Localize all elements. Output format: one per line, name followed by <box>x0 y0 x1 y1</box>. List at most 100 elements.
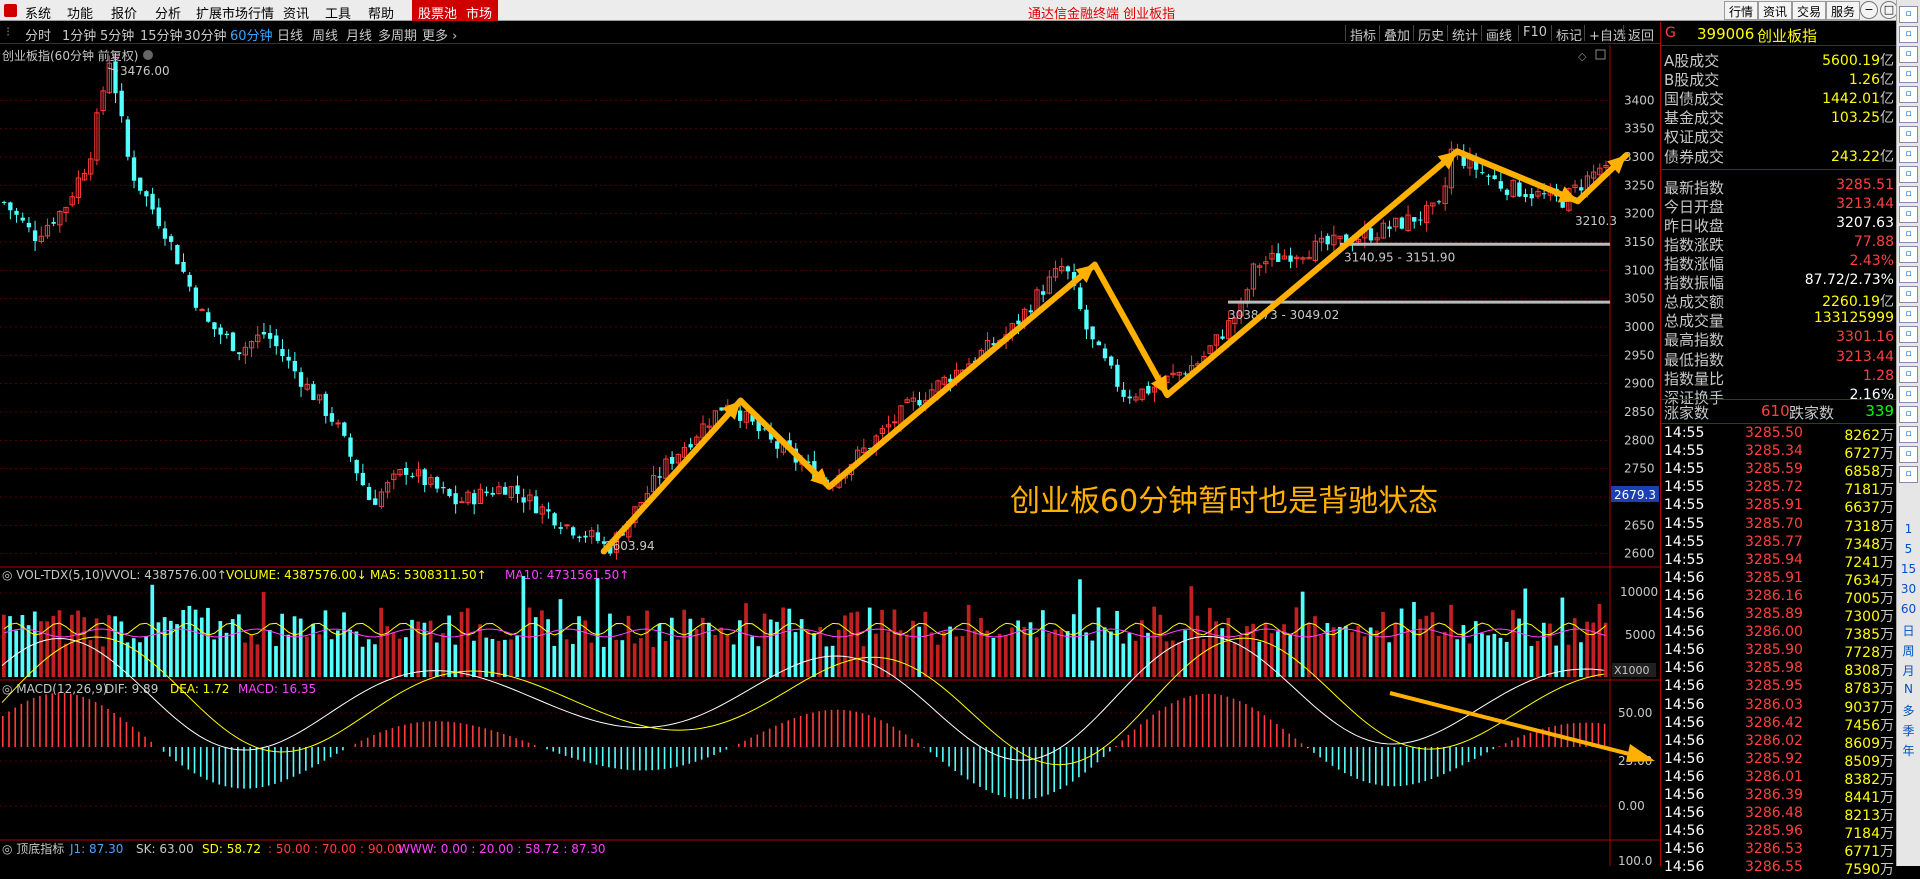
sidebar-tool-icon[interactable]: ▫ <box>1899 66 1918 83</box>
chart-canvas[interactable]: 3400335033003250320031503100305030002950… <box>0 45 1660 866</box>
sidebar-tool-icon[interactable]: ▫ <box>1899 186 1918 203</box>
sidebar-tool-icon[interactable]: ▫ <box>1899 266 1918 283</box>
sidebar-tool-icon[interactable]: ▫ <box>1899 366 1918 383</box>
sidebar-period-10[interactable]: 季 <box>1899 722 1918 739</box>
quote-label: 最新指数 <box>1664 177 1724 198</box>
sidebar-tool-icon[interactable]: ▫ <box>1899 246 1918 263</box>
sidebar-period-4[interactable]: 60 <box>1899 602 1918 619</box>
top-button-0[interactable]: 行情 <box>1724 1 1758 20</box>
period-6[interactable]: 日线 <box>277 25 303 44</box>
volume-bar <box>39 621 43 677</box>
volume-bar <box>552 646 556 677</box>
volume-bar <box>1227 618 1231 677</box>
period-1[interactable]: 1分钟 <box>62 25 96 44</box>
top-button-1[interactable]: 资讯 <box>1758 1 1792 20</box>
period-5[interactable]: 60分钟 <box>230 25 273 44</box>
sidebar-tool-icon[interactable]: ▫ <box>1899 386 1918 403</box>
sidebar-tool-icon[interactable]: ▫ <box>1899 26 1918 43</box>
volume-bar <box>1406 629 1410 677</box>
candle-body <box>1288 255 1292 261</box>
macd-bar <box>1319 747 1321 757</box>
volume-bar <box>973 630 977 677</box>
sidebar-period-1[interactable]: 5 <box>1899 542 1918 559</box>
volume-bar <box>757 646 761 677</box>
volume-bar <box>1338 627 1342 677</box>
macd-bar <box>1282 729 1284 747</box>
menu-item-2[interactable]: 报价 <box>111 3 137 22</box>
menu-item-4[interactable]: 扩展市场行情 <box>196 3 274 22</box>
sidebar-period-3[interactable]: 30 <box>1899 582 1918 599</box>
minimize-icon[interactable]: − <box>1860 1 1878 19</box>
macd-bar <box>1350 747 1352 776</box>
sidebar-tool-icon[interactable]: ▫ <box>1899 226 1918 243</box>
y-tick-label: 2900 <box>1624 377 1655 391</box>
sidebar-tool-icon[interactable]: ▫ <box>1899 446 1918 463</box>
toolbar-right-7[interactable]: +自选 <box>1589 25 1626 44</box>
sidebar-period-8[interactable]: N <box>1899 682 1918 699</box>
volume-bar <box>82 617 86 677</box>
sidebar-tool-icon[interactable]: ▫ <box>1899 206 1918 223</box>
period-4[interactable]: 30分钟 <box>184 25 227 44</box>
toolbar-right-5[interactable]: F10 <box>1523 25 1547 40</box>
period-7[interactable]: 周线 <box>312 25 338 44</box>
kdj-sd: SD: 58.72 <box>202 842 261 856</box>
sidebar-tool-icon[interactable]: ▫ <box>1899 46 1918 63</box>
kline-chart[interactable]: 3400335033003250320031503100305030002950… <box>0 45 1660 866</box>
period-9[interactable]: 多周期 <box>378 25 417 44</box>
sidebar-tool-icon[interactable]: ▫ <box>1899 126 1918 143</box>
sidebar-period-7[interactable]: 月 <box>1899 662 1918 679</box>
macd-bar <box>212 747 214 782</box>
sidebar-tool-icon[interactable]: ▫ <box>1899 166 1918 183</box>
period-3[interactable]: 15分钟 <box>140 25 183 44</box>
toolbar-right-3[interactable]: 统计 <box>1452 25 1478 44</box>
sidebar-tool-icon[interactable]: ▫ <box>1899 426 1918 443</box>
menu-tab-stock-pool[interactable]: 股票池 <box>412 0 463 21</box>
sidebar-tool-icon[interactable]: ▫ <box>1899 286 1918 303</box>
sidebar-tool-icon[interactable]: ▫ <box>1899 146 1918 163</box>
macd-histogram <box>2 693 1605 799</box>
toolbar-right-2[interactable]: 历史 <box>1418 25 1444 44</box>
sidebar-period-9[interactable]: 多 <box>1899 702 1918 719</box>
menu-item-5[interactable]: 资讯 <box>283 3 309 22</box>
period-2[interactable]: 5分钟 <box>100 25 134 44</box>
sidebar-period-11[interactable]: 年 <box>1899 742 1918 759</box>
menu-item-1[interactable]: 功能 <box>67 3 93 22</box>
sidebar-period-2[interactable]: 15 <box>1899 562 1918 579</box>
macd-bar <box>899 730 901 747</box>
volume-bar <box>1326 623 1330 677</box>
macd-bar <box>385 730 387 747</box>
menu-tab-market[interactable]: 市场 <box>460 0 498 21</box>
period-10[interactable]: 更多 › <box>422 25 457 44</box>
sidebar-tool-icon[interactable]: ▫ <box>1899 346 1918 363</box>
tick-row: 14:563286.557590万 <box>1661 859 1897 877</box>
toolbar-right-8[interactable]: 返回 <box>1628 25 1654 44</box>
sidebar-tool-icon[interactable]: ▫ <box>1899 326 1918 343</box>
volume-bar <box>299 619 303 677</box>
macd-bar <box>571 747 573 758</box>
sidebar-tool-icon[interactable]: ▫ <box>1899 466 1918 483</box>
tick-volume: 7300万 <box>1844 606 1894 626</box>
sidebar-tool-icon[interactable]: ▫ <box>1899 106 1918 123</box>
sidebar-tool-icon[interactable]: ▫ <box>1899 6 1918 23</box>
period-8[interactable]: 月线 <box>346 25 372 44</box>
period-0[interactable]: 分时 <box>25 25 51 44</box>
top-button-2[interactable]: 交易 <box>1792 1 1826 20</box>
sidebar-period-6[interactable]: 周 <box>1899 642 1918 659</box>
sidebar-tool-icon[interactable]: ▫ <box>1899 406 1918 423</box>
menu-item-7[interactable]: 帮助 <box>368 3 394 22</box>
menu-item-0[interactable]: 系统 <box>25 3 51 22</box>
macd-bar <box>76 695 78 747</box>
toolbar-right-6[interactable]: 标记 <box>1556 25 1582 44</box>
menu-item-3[interactable]: 分析 <box>155 3 181 22</box>
sidebar-period-0[interactable]: 1 <box>1899 522 1918 539</box>
toolbar-right-0[interactable]: 指标 <box>1350 25 1376 44</box>
top-button-3[interactable]: 服务 <box>1826 1 1860 20</box>
sidebar-period-5[interactable]: 日 <box>1899 622 1918 639</box>
tick-volume: 7385万 <box>1844 624 1894 644</box>
menu-item-6[interactable]: 工具 <box>325 3 351 22</box>
sidebar-tool-icon[interactable]: ▫ <box>1899 306 1918 323</box>
sidebar-tool-icon[interactable]: ▫ <box>1899 86 1918 103</box>
toolbar-right-4[interactable]: 画线 <box>1486 25 1512 44</box>
toolbar-right-1[interactable]: 叠加 <box>1384 25 1410 44</box>
macd-bar <box>1109 747 1111 751</box>
